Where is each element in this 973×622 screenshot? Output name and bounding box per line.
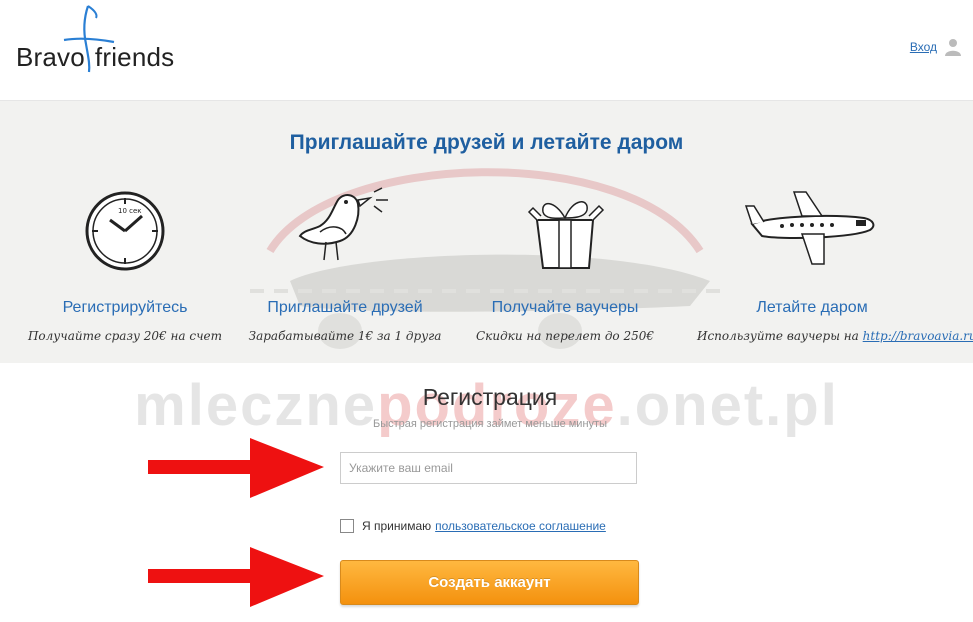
gift-icon: [527, 201, 605, 269]
step-description: Используйте ваучеры на http://bravoavia.…: [697, 329, 973, 343]
agreement-checkbox[interactable]: [340, 519, 354, 533]
step-title: Приглашайте друзей: [267, 299, 423, 316]
header: Bravo friends Вход: [0, 0, 973, 101]
step-description: Скидки на перелет до 250€: [476, 329, 654, 343]
red-arrow-icon: [148, 547, 324, 607]
airplane-icon: [744, 191, 875, 265]
step-invite: Приглашайте друзей Зарабатывайте 1€ за 1…: [230, 181, 460, 343]
clock-icon: 10 сек: [85, 191, 165, 271]
user-agreement-link[interactable]: пользовательское соглашение: [435, 519, 606, 533]
banner-title: Приглашайте друзей и летайте даром: [289, 131, 684, 154]
login-link[interactable]: Вход: [910, 40, 937, 54]
email-field[interactable]: [340, 452, 637, 484]
user-icon[interactable]: [945, 38, 961, 56]
registration-subtitle: Быстрая регистрация займет меньше минуты: [373, 418, 607, 430]
step-register: 10 сек Регистрируйтесь Получайте сразу 2…: [10, 181, 240, 343]
step-vouchers: Получайте ваучеры Скидки на перелет до 2…: [450, 181, 680, 343]
create-account-button[interactable]: Создать аккаунт: [340, 560, 639, 605]
login-area: Вход: [910, 38, 961, 56]
step-fly: Летайте даром Используйте ваучеры на htt…: [697, 181, 973, 343]
step-description: Получайте сразу 20€ на счет: [27, 329, 223, 343]
promo-banner: Приглашайте друзей и летайте даром 10 се…: [0, 101, 973, 363]
logo[interactable]: Bravo friends: [14, 4, 184, 74]
logo-text: Bravo friends: [16, 42, 175, 72]
svg-text:10 сек: 10 сек: [118, 207, 142, 215]
registration-title: Регистрация: [422, 384, 558, 410]
step-description: Зарабатывайте 1€ за 1 друга: [248, 329, 442, 343]
step-title: Летайте даром: [756, 299, 868, 316]
step-title: Получайте ваучеры: [491, 299, 639, 316]
bravoavia-link[interactable]: http://bravoavia.ru: [863, 329, 973, 343]
red-arrow-icon: [148, 438, 324, 498]
bird-icon: [298, 187, 388, 261]
step-title: Регистрируйтесь: [62, 299, 188, 316]
agreement-label: Я принимаю: [362, 519, 432, 533]
agreement-row: Я принимаю пользовательское соглашение: [340, 519, 606, 533]
